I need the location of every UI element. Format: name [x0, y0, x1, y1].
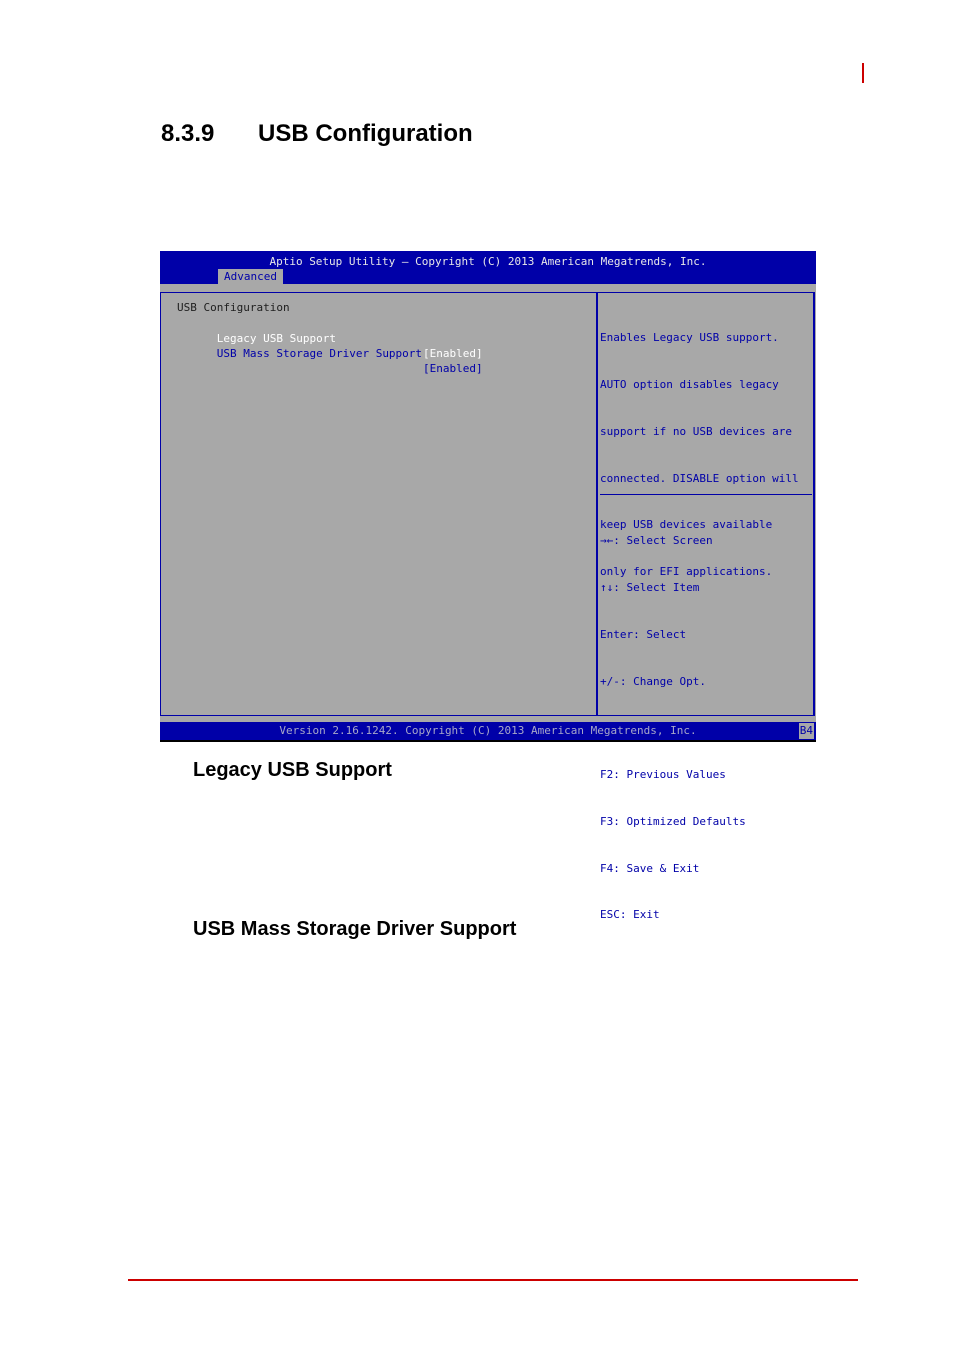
menu-item-value[interactable]: [Enabled] — [423, 346, 483, 361]
subsection-usb-mass-storage: USB Mass Storage Driver Support — [193, 918, 517, 940]
footer-post-code: B4 — [798, 723, 814, 739]
help-line: AUTO option disables legacy — [600, 377, 779, 391]
key-previous-values: F2: Previous Values — [600, 768, 726, 782]
bios-header: Aptio Setup Utility – Copyright (C) 2013… — [160, 251, 816, 284]
bios-title: Aptio Setup Utility – Copyright (C) 2013… — [269, 255, 707, 268]
key-select-item: ↑↓: Select Item — [600, 580, 700, 594]
help-line: support if no USB devices are — [600, 424, 793, 438]
bios-screenshot: Aptio Setup Utility – Copyright (C) 2013… — [160, 251, 816, 921]
section-title: USB Configuration — [258, 120, 473, 147]
menu-heading: USB Configuration — [177, 301, 290, 314]
menu-item-label: USB Mass Storage Driver Support — [216, 347, 423, 360]
menu-item-value[interactable]: [Enabled] — [423, 361, 483, 376]
menu-item-usb-mass-storage-driver-support[interactable]: USB Mass Storage Driver Support [Enabled… — [177, 331, 483, 391]
key-select-screen: →←: Select Screen — [600, 534, 713, 548]
help-line: Enables Legacy USB support. — [600, 331, 779, 345]
bios-body: USB Configuration Legacy USB Support [En… — [160, 284, 816, 921]
key-save-exit: F4: Save & Exit — [600, 861, 700, 875]
tab-advanced[interactable]: Advanced — [218, 269, 283, 284]
key-change-opt: +/-: Change Opt. — [600, 674, 706, 688]
bios-footer: Version 2.16.1242. Copyright (C) 2013 Am… — [160, 722, 816, 740]
key-optimized-defaults: F3: Optimized Defaults — [600, 814, 746, 828]
footer-version: Version 2.16.1242. Copyright (C) 2013 Am… — [279, 724, 697, 737]
help-line: connected. DISABLE option will — [600, 471, 799, 485]
key-enter-select: Enter: Select — [600, 627, 687, 641]
section-heading: 8.3.9 USB Configuration — [161, 120, 473, 148]
subsection-legacy-usb-support: Legacy USB Support — [193, 759, 392, 781]
page-marker — [862, 63, 864, 83]
help-divider — [600, 494, 812, 495]
section-number: 8.3.9 — [161, 120, 215, 147]
key-esc-exit: ESC: Exit — [600, 908, 660, 922]
footer-rule — [128, 1279, 858, 1281]
